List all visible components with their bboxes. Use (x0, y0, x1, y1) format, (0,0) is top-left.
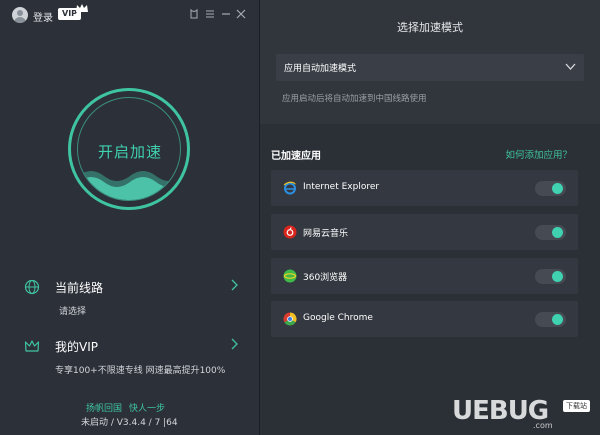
mode-title: 选择加速模式 (397, 21, 463, 34)
title-bar: 登录 VIP (0, 0, 259, 32)
app-toggle[interactable] (535, 181, 566, 196)
app-name: 360浏览器 (303, 273, 348, 283)
app-name: Internet Explorer (303, 182, 380, 192)
close-icon[interactable] (235, 8, 247, 20)
app-toggle[interactable] (535, 269, 566, 284)
skin-icon[interactable] (188, 8, 200, 20)
chevron-down-icon (565, 63, 576, 70)
mode-description: 应用启动后将自动加速到中国线路使用 (282, 94, 427, 104)
app-toggle[interactable] (535, 312, 566, 327)
current-route-row[interactable]: 当前线路 (24, 277, 239, 301)
chevron-right-icon (231, 338, 238, 350)
footer-link[interactable]: 扬帆回国 (86, 404, 122, 414)
my-vip-description: 专享100+不限速专线 网速最高提升100% (55, 366, 226, 376)
accelerate-label: 开启加速 (97, 143, 162, 161)
current-route-value: 请选择 (59, 307, 87, 317)
mode-dropdown[interactable]: 应用自动加速模式 (276, 54, 584, 81)
accelerate-core: 开启加速 (77, 97, 181, 201)
app-row: Google Chrome (271, 301, 578, 337)
footer-links: 扬帆回国 快人一步 (86, 401, 172, 414)
app-toggle[interactable] (535, 225, 566, 240)
login-link[interactable]: 登录 (33, 9, 53, 24)
netease-music-icon (283, 225, 297, 239)
360-browser-icon (283, 269, 297, 283)
current-route-title: 当前线路 (55, 281, 104, 295)
app-row: 网易云音乐 (271, 214, 578, 250)
chrome-icon (283, 312, 297, 326)
minimize-icon[interactable] (220, 8, 232, 20)
accelerate-button[interactable]: 开启加速 (68, 88, 190, 210)
left-panel: 登录 VIP 开启加速 当前线路 请选择 我的VIP 专享100+不限速专线 网… (0, 0, 259, 435)
footer-link[interactable]: 快人一步 (129, 404, 165, 414)
crown-icon (24, 340, 40, 352)
menu-icon[interactable] (204, 8, 216, 20)
avatar[interactable] (12, 7, 28, 23)
globe-icon (24, 279, 40, 295)
internet-explorer-icon (283, 181, 297, 195)
app-row: 360浏览器 (271, 258, 578, 294)
version-status: 未启动 / V3.4.4 / 7 |64 (81, 418, 178, 428)
add-app-link[interactable]: 如何添加应用？ (505, 147, 572, 161)
app-row: Internet Explorer (271, 170, 578, 206)
apps-title: 已加速应用 (271, 151, 321, 162)
chevron-right-icon (231, 279, 238, 291)
watermark-url: .com (533, 421, 553, 430)
app-name: Google Chrome (303, 313, 373, 323)
mode-dropdown-value: 应用自动加速模式 (284, 64, 357, 74)
my-vip-row[interactable]: 我的VIP (24, 336, 239, 360)
my-vip-title: 我的VIP (55, 340, 98, 354)
crown-icon (76, 4, 88, 12)
wave-graphic (78, 171, 180, 200)
app-name: 网易云音乐 (303, 229, 349, 239)
watermark-badge: 下载站 (563, 400, 590, 412)
